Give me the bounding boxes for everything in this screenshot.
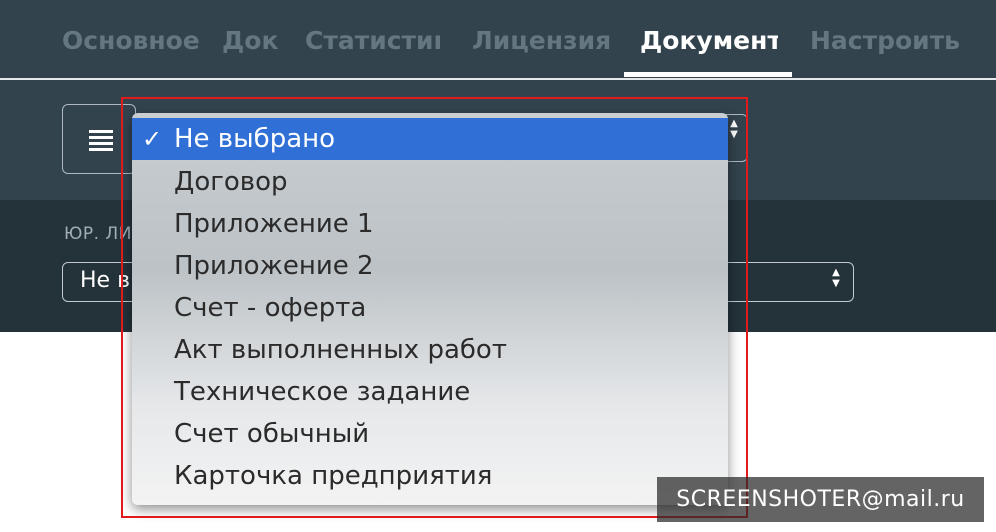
dropdown-option-akt[interactable]: Акт выполненных работ [132, 329, 728, 371]
top-navigation: Основное Док Статистика Лицензия Докумен… [0, 0, 996, 80]
option-label: Карточка предприятия [174, 461, 493, 491]
legal-entity-label: ЮР. ЛИ [64, 224, 132, 244]
dropdown-option-kartochka[interactable]: Карточка предприятия [132, 455, 728, 497]
dropdown-option-dogovor[interactable]: Договор [132, 161, 728, 203]
tab-statistika[interactable]: Статистика [305, 26, 440, 55]
tab-dok[interactable]: Док [222, 26, 278, 55]
select-arrows-icon: ▲ ▼ [730, 118, 738, 140]
option-label: Акт выполненных работ [174, 335, 507, 365]
dropdown-option-tz[interactable]: Техническое задание [132, 371, 728, 413]
menu-button[interactable] [62, 104, 136, 174]
tab-dokumenty[interactable]: Документы [640, 26, 778, 55]
active-tab-indicator [624, 72, 792, 77]
option-label: Не выбрано [174, 124, 336, 154]
option-label: Счет обычный [174, 419, 370, 449]
entity-select-arrows-icon: ▲ ▼ [832, 267, 840, 289]
dropdown-option-prilozhenie-2[interactable]: Приложение 2 [132, 245, 728, 287]
dropdown-option-schet-obychnyi[interactable]: Счет обычный [132, 413, 728, 455]
option-label: Техническое задание [174, 377, 471, 407]
tab-nastroit[interactable]: Настроить [810, 26, 960, 55]
document-type-dropdown: ✓ Не выбрано Договор Приложение 1 Прилож… [132, 113, 728, 505]
legal-entity-select-value: Не в [80, 268, 131, 293]
option-label: Счет - оферта [174, 293, 367, 323]
checkmark-icon: ✓ [142, 125, 163, 153]
tab-osnovnoe[interactable]: Основное [62, 26, 200, 55]
dropdown-option-schet-oferta[interactable]: Счет - оферта [132, 287, 728, 329]
dropdown-option-ne-vybrano[interactable]: ✓ Не выбрано [132, 118, 728, 160]
option-label: Приложение 1 [174, 209, 374, 239]
watermark: SCREENSHOTER@mail.ru [657, 477, 984, 522]
dropdown-option-prilozhenie-1[interactable]: Приложение 1 [132, 203, 728, 245]
option-label: Договор [174, 167, 288, 197]
option-label: Приложение 2 [174, 251, 374, 281]
tab-litsenziya[interactable]: Лицензия [472, 26, 611, 55]
